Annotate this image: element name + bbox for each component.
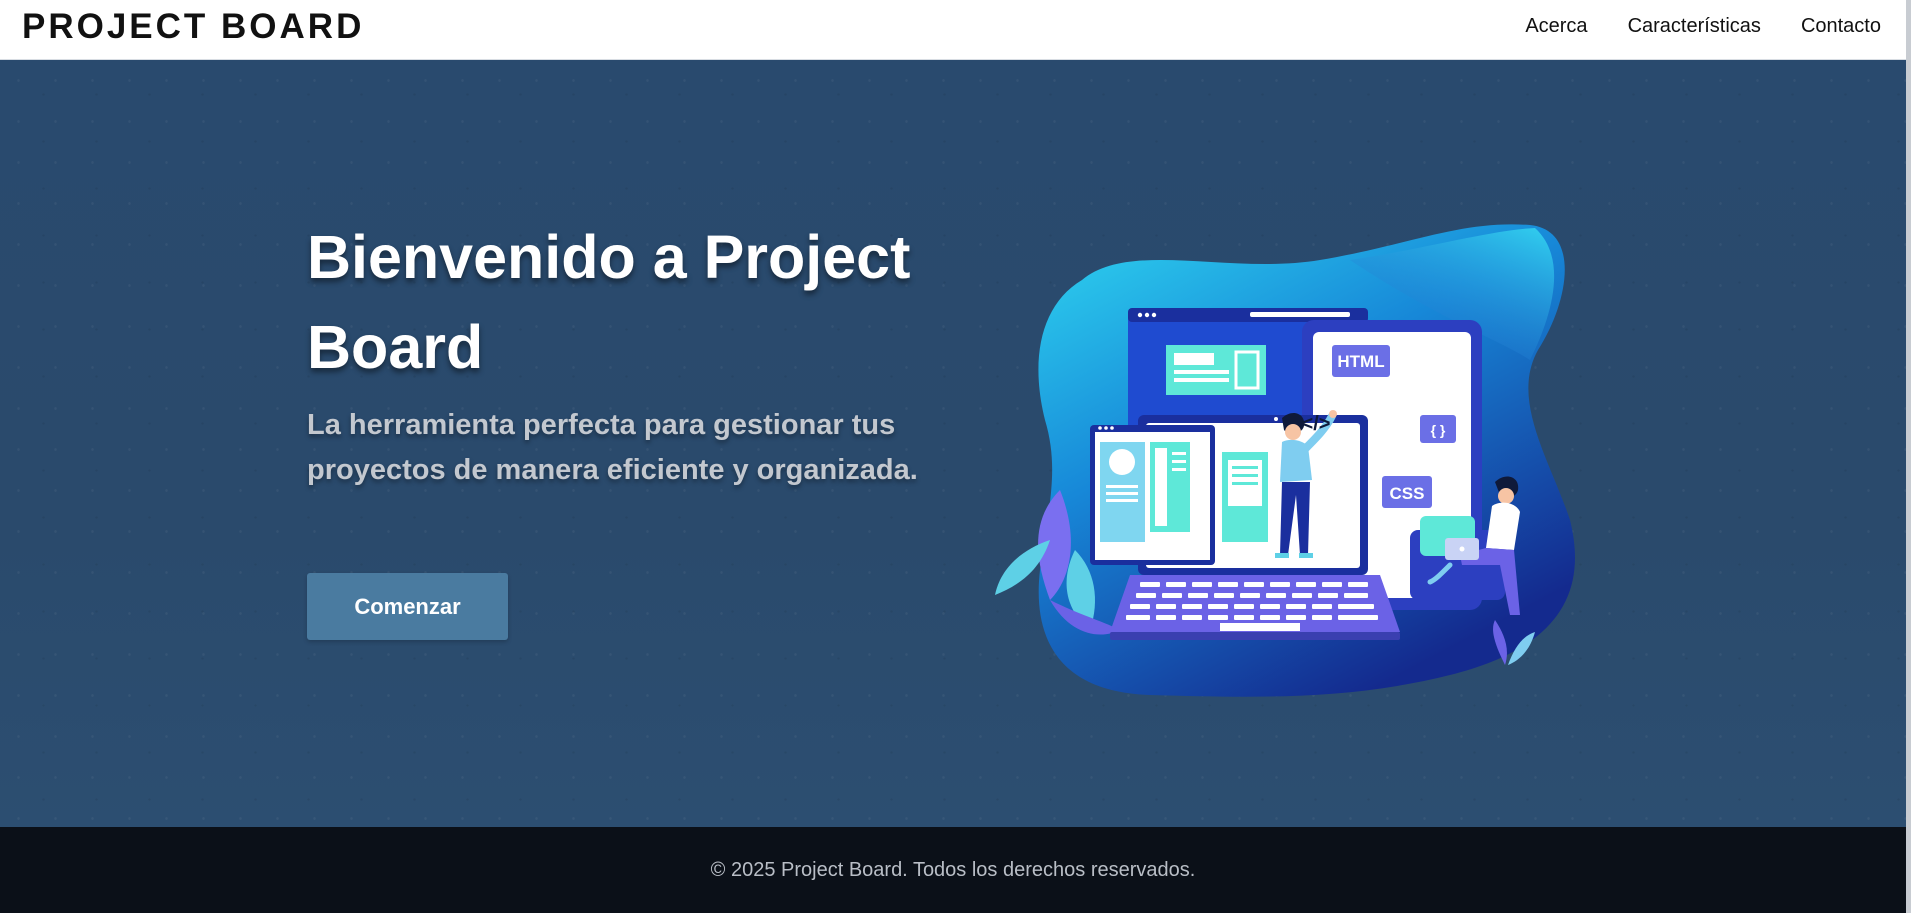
hero-title: Bienvenido a Project Board (307, 223, 911, 381)
vertical-scrollbar[interactable] (1906, 0, 1911, 913)
nav-link-caracteristicas[interactable]: Características (1628, 15, 1761, 37)
hero-illustration: HTML { } CSS </> (995, 224, 1575, 697)
top-navbar: PROJECT BOARD Acerca Características Con… (0, 0, 1911, 60)
brand-logo[interactable]: PROJECT BOARD (22, 8, 364, 46)
hero-subtitle: La herramienta perfecta para gestionar t… (307, 409, 918, 486)
braces-tag-label: { } (1431, 422, 1446, 438)
html-tag-label: HTML (1337, 352, 1384, 371)
nav-link-acerca[interactable]: Acerca (1525, 15, 1587, 37)
css-tag-label: CSS (1390, 484, 1425, 503)
nav-link-contacto[interactable]: Contacto (1801, 15, 1881, 37)
page-footer: © 2025 Project Board. Todos los derechos… (0, 827, 1911, 913)
start-button[interactable]: Comenzar (307, 573, 508, 640)
main-nav: Acerca Características Contacto (1485, 15, 1881, 37)
hero-section: Bienvenido a Project Board La herramient… (0, 60, 1911, 827)
footer-copyright: © 2025 Project Board. Todos los derechos… (710, 859, 1196, 881)
code-tag-label: </> (1302, 413, 1331, 435)
